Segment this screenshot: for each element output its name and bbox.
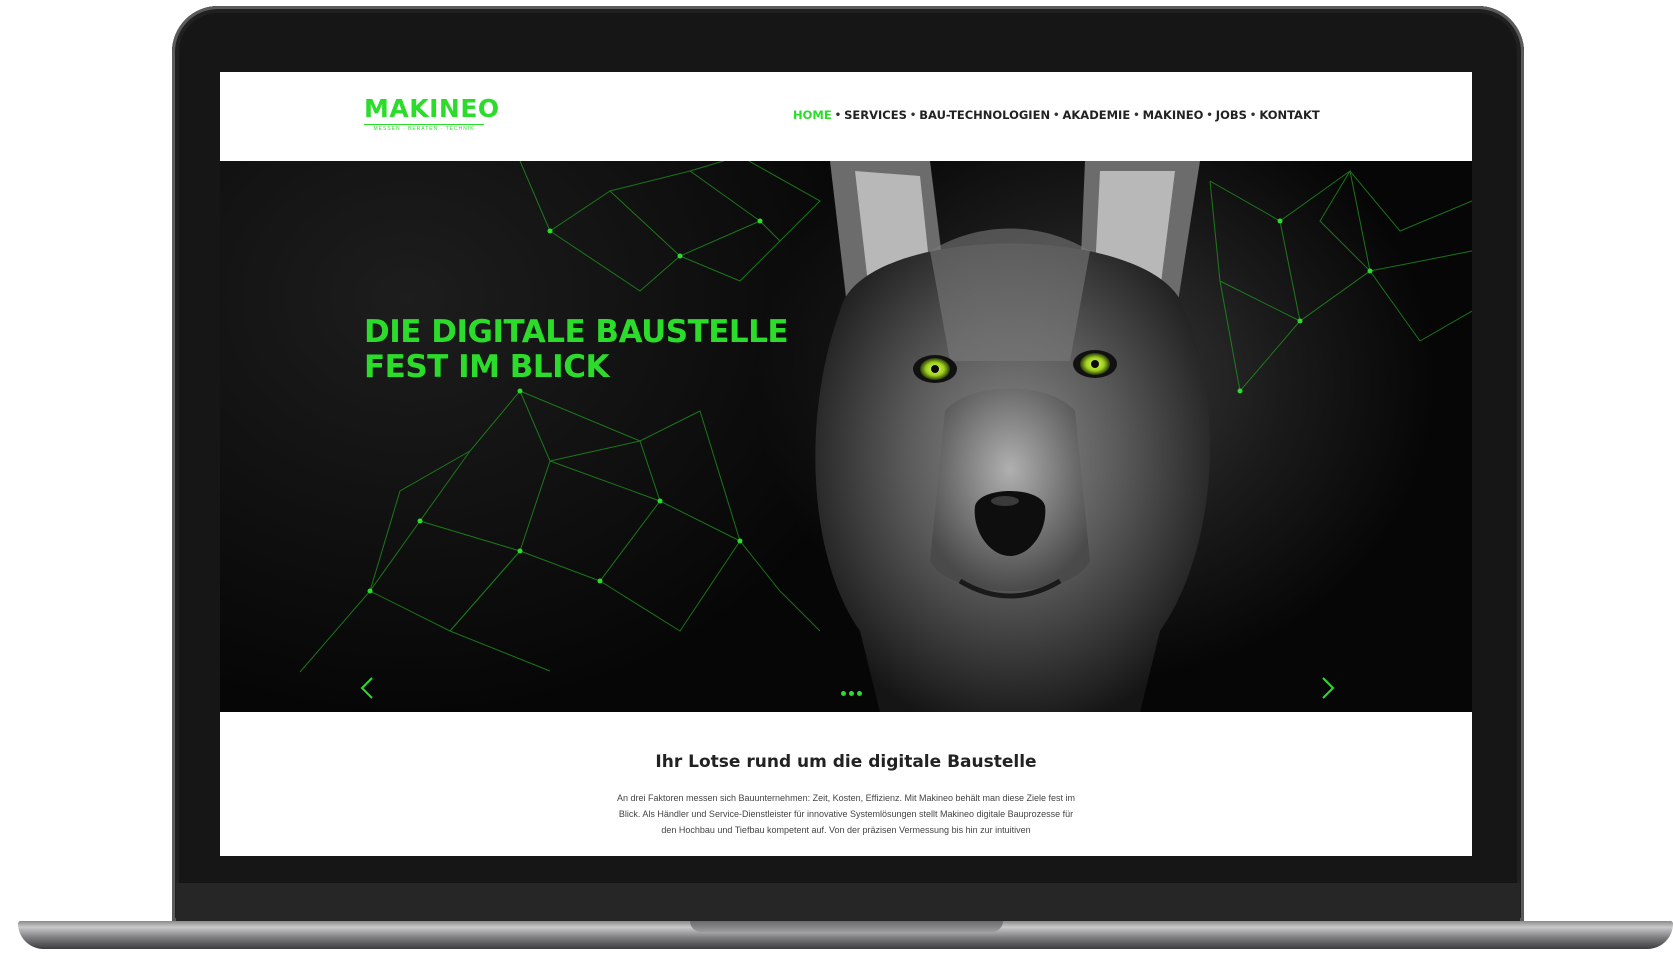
nav-item-jobs[interactable]: JOBS [1216,108,1247,122]
nav-separator: • [909,109,917,121]
nav-item-bau-technologien[interactable]: BAU-TECHNOLOGIEN [919,108,1050,122]
slider-dots [841,691,862,696]
slider-dot[interactable] [841,691,846,696]
site-header: MAKINEO MESSEN · BERATEN · TECHNIK HOME … [220,72,1472,161]
nav-item-home[interactable]: HOME [793,108,832,122]
hero-title-line1: DIE DIGITALE BAUSTELLE [364,314,789,350]
laptop-chin [176,883,1520,921]
nav-separator: • [834,109,842,121]
website-screen: MAKINEO MESSEN · BERATEN · TECHNIK HOME … [220,72,1472,856]
logo-wordmark: MAKINEO [364,94,500,123]
chevron-right-icon[interactable] [1317,675,1339,701]
nav-separator: • [1206,109,1213,121]
intro-text: An drei Faktoren messen sich Bauunterneh… [616,793,1076,835]
main-nav: HOME • SERVICES • BAU-TECHNOLOGIEN • AKA… [793,108,1320,122]
hero-title-line2: FEST IM BLICK [364,349,609,385]
slider-dot[interactable] [857,691,862,696]
logo-tagline: MESSEN · BERATEN · TECHNIK [364,124,484,132]
nav-item-kontakt[interactable]: KONTAKT [1259,108,1319,122]
nav-item-services[interactable]: SERVICES [844,108,907,122]
logo[interactable]: MAKINEO MESSEN · BERATEN · TECHNIK [364,96,500,132]
nav-separator: • [1133,109,1140,121]
nav-item-makineo[interactable]: MAKINEO [1143,108,1204,122]
wolf-image [815,161,1211,712]
nav-item-akademie[interactable]: AKADEMIE [1062,108,1130,122]
slider-dot[interactable] [849,691,854,696]
hero-slider: DIE DIGITALE BAUSTELLE FEST IM BLICK [220,161,1472,712]
laptop-base-notch [690,921,1003,932]
nav-separator: • [1053,109,1060,121]
hero-title: DIE DIGITALE BAUSTELLE FEST IM BLICK [364,314,789,385]
chevron-left-icon[interactable] [356,675,378,701]
intro-section: Ihr Lotse rund um die digitale Baustelle… [220,712,1472,856]
nav-separator: • [1249,109,1257,121]
intro-title: Ihr Lotse rund um die digitale Baustelle [655,752,1037,772]
